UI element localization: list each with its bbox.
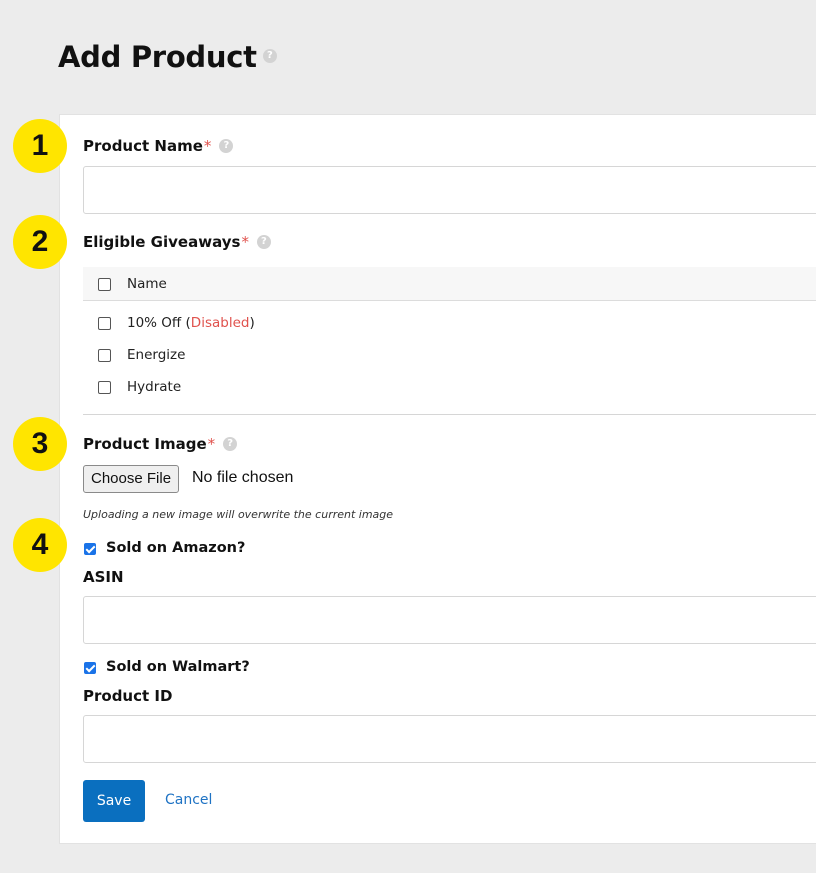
product-image-label-text: Product Image	[83, 435, 207, 453]
sold-on-amazon-label: Sold on Amazon?	[106, 540, 246, 556]
help-icon[interactable]: ?	[256, 234, 271, 249]
product-id-label: Product ID	[83, 687, 173, 705]
giveaway-name: Energize	[127, 347, 186, 363]
help-icon[interactable]: ?	[262, 49, 277, 63]
product-name-input[interactable]	[83, 166, 816, 214]
asin-label: ASIN	[83, 568, 124, 586]
upload-hint: Uploading a new image will overwrite the…	[83, 508, 394, 521]
step-badge-3: 3	[13, 417, 67, 471]
eligible-giveaways-label: Eligible Giveaways*?	[83, 233, 271, 251]
sold-on-walmart-checkbox[interactable]	[84, 662, 96, 674]
file-status: No file chosen	[192, 469, 294, 486]
product-name-label: Product Name*?	[83, 137, 234, 155]
sold-on-walmart-label: Sold on Walmart?	[106, 659, 250, 675]
save-button[interactable]: Save	[83, 780, 145, 822]
giveaway-name-text: 10% Off (	[127, 315, 191, 331]
giveaway-name: Hydrate	[127, 379, 182, 395]
help-icon[interactable]: ?	[223, 436, 238, 451]
giveaway-checkbox[interactable]	[98, 349, 111, 362]
giveaway-name: 10% Off (Disabled)	[127, 315, 255, 331]
product-name-label-text: Product Name	[83, 137, 203, 155]
step-badge-2: 2	[13, 215, 67, 269]
help-icon[interactable]: ?	[219, 138, 234, 153]
giveaways-table-header	[83, 267, 816, 301]
disabled-status: Disabled	[190, 315, 250, 331]
giveaway-checkbox[interactable]	[98, 317, 111, 330]
required-marker: *	[241, 233, 249, 251]
choose-file-button[interactable]: Choose File	[83, 465, 180, 493]
giveaway-checkbox[interactable]	[98, 381, 111, 394]
select-all-checkbox[interactable]	[98, 278, 111, 291]
step-badge-4: 4	[13, 518, 67, 572]
required-marker: *	[207, 435, 216, 453]
name-column-header: Name	[127, 276, 167, 292]
product-id-input[interactable]	[83, 715, 816, 763]
eligible-giveaways-label-text: Eligible Giveaways	[83, 233, 241, 251]
sold-on-amazon-checkbox[interactable]	[84, 543, 96, 555]
page-title-text: Add Product	[58, 40, 257, 74]
cancel-link[interactable]: Cancel	[165, 792, 212, 808]
giveaway-name-suffix: )	[249, 315, 255, 331]
required-marker: *	[203, 137, 212, 155]
page-title: Add Product?	[58, 40, 277, 74]
divider	[83, 414, 816, 415]
step-badge-1: 1	[13, 119, 67, 173]
product-image-label: Product Image*?	[83, 435, 238, 453]
asin-input[interactable]	[83, 596, 816, 644]
